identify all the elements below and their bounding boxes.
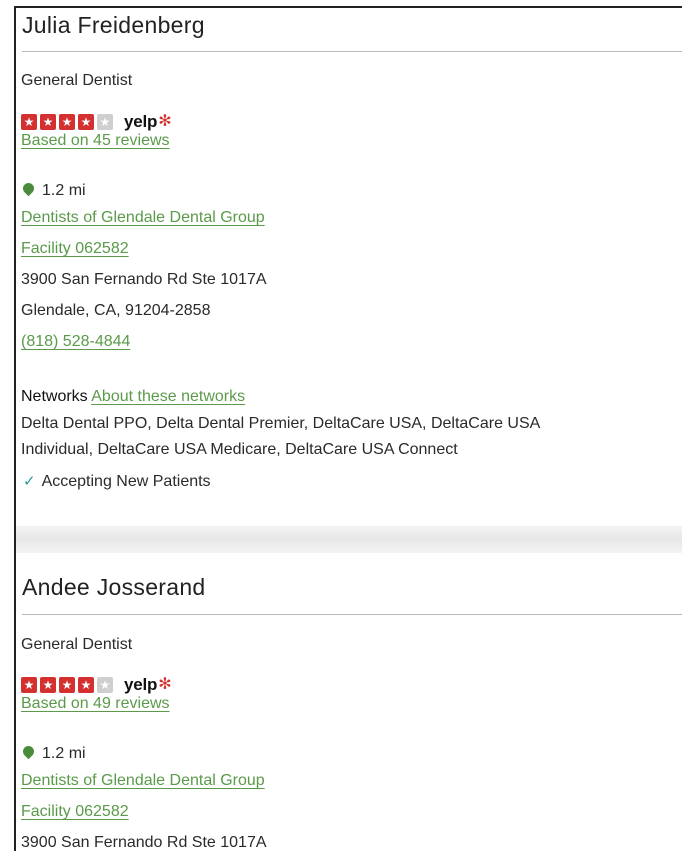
accepting-status: ✓ Accepting New Patients	[21, 472, 211, 491]
address-line-2: Glendale, CA, 91204-2858	[21, 302, 211, 319]
yelp-rating: ★ ★ ★ ★ ★ yelp ✻	[21, 675, 172, 695]
reviews-link[interactable]: Based on 45 reviews	[21, 132, 170, 150]
star-filled-icon: ★	[21, 677, 37, 693]
facility-link[interactable]: Facility 062582	[21, 240, 129, 258]
provider-results-page: Julia Freidenberg General Dentist ★ ★ ★ …	[0, 0, 682, 851]
yelp-logo: yelp ✻	[124, 112, 172, 131]
accepting-text: Accepting New Patients	[41, 473, 211, 490]
map-pin-icon	[20, 743, 37, 760]
star-filled-icon: ★	[59, 677, 75, 693]
star-filled-icon: ★	[40, 114, 56, 130]
provider-specialty: General Dentist	[21, 636, 133, 653]
networks-row: Networks About these networks	[21, 388, 245, 406]
divider	[22, 51, 682, 52]
provider-card: Julia Freidenberg General Dentist ★ ★ ★ …	[14, 6, 682, 528]
card-separator	[14, 526, 682, 553]
about-networks-link[interactable]: About these networks	[91, 388, 245, 405]
star-empty-icon: ★	[97, 677, 113, 693]
provider-card: Andee Josserand General Dentist ★ ★ ★ ★ …	[14, 553, 682, 851]
star-filled-icon: ★	[21, 114, 37, 130]
facility-link[interactable]: Facility 062582	[21, 803, 129, 821]
star-empty-icon: ★	[97, 114, 113, 130]
reviews-link[interactable]: Based on 49 reviews	[21, 695, 170, 713]
provider-specialty: General Dentist	[21, 72, 133, 89]
networks-list-line-2: Individual, DeltaCare USA Medicare, Delt…	[21, 441, 458, 458]
address-line-1: 3900 San Fernando Rd Ste 1017A	[21, 834, 267, 851]
practice-link[interactable]: Dentists of Glendale Dental Group	[21, 209, 265, 227]
networks-label: Networks	[21, 388, 88, 405]
phone-link[interactable]: (818) 528-4844	[21, 333, 130, 351]
yelp-burst-icon: ✻	[158, 676, 172, 693]
provider-name: Andee Josserand	[22, 574, 206, 600]
distance-value: 1.2 mi	[42, 182, 86, 199]
address-line-1: 3900 San Fernando Rd Ste 1017A	[21, 271, 267, 288]
star-filled-icon: ★	[78, 114, 94, 130]
star-filled-icon: ★	[40, 677, 56, 693]
provider-name: Julia Freidenberg	[22, 12, 205, 38]
practice-link[interactable]: Dentists of Glendale Dental Group	[21, 772, 265, 790]
yelp-burst-icon: ✻	[158, 113, 172, 130]
divider	[22, 614, 682, 615]
star-filled-icon: ★	[78, 677, 94, 693]
yelp-logo: yelp ✻	[124, 675, 172, 694]
yelp-rating: ★ ★ ★ ★ ★ yelp ✻	[21, 112, 172, 132]
distance: 1.2 mi	[20, 180, 86, 200]
distance: 1.2 mi	[20, 743, 86, 763]
networks-list-line-1: Delta Dental PPO, Delta Dental Premier, …	[21, 415, 541, 432]
map-pin-icon	[20, 180, 37, 197]
star-filled-icon: ★	[59, 114, 75, 130]
checkmark-icon: ✓	[23, 473, 36, 490]
distance-value: 1.2 mi	[42, 745, 86, 762]
